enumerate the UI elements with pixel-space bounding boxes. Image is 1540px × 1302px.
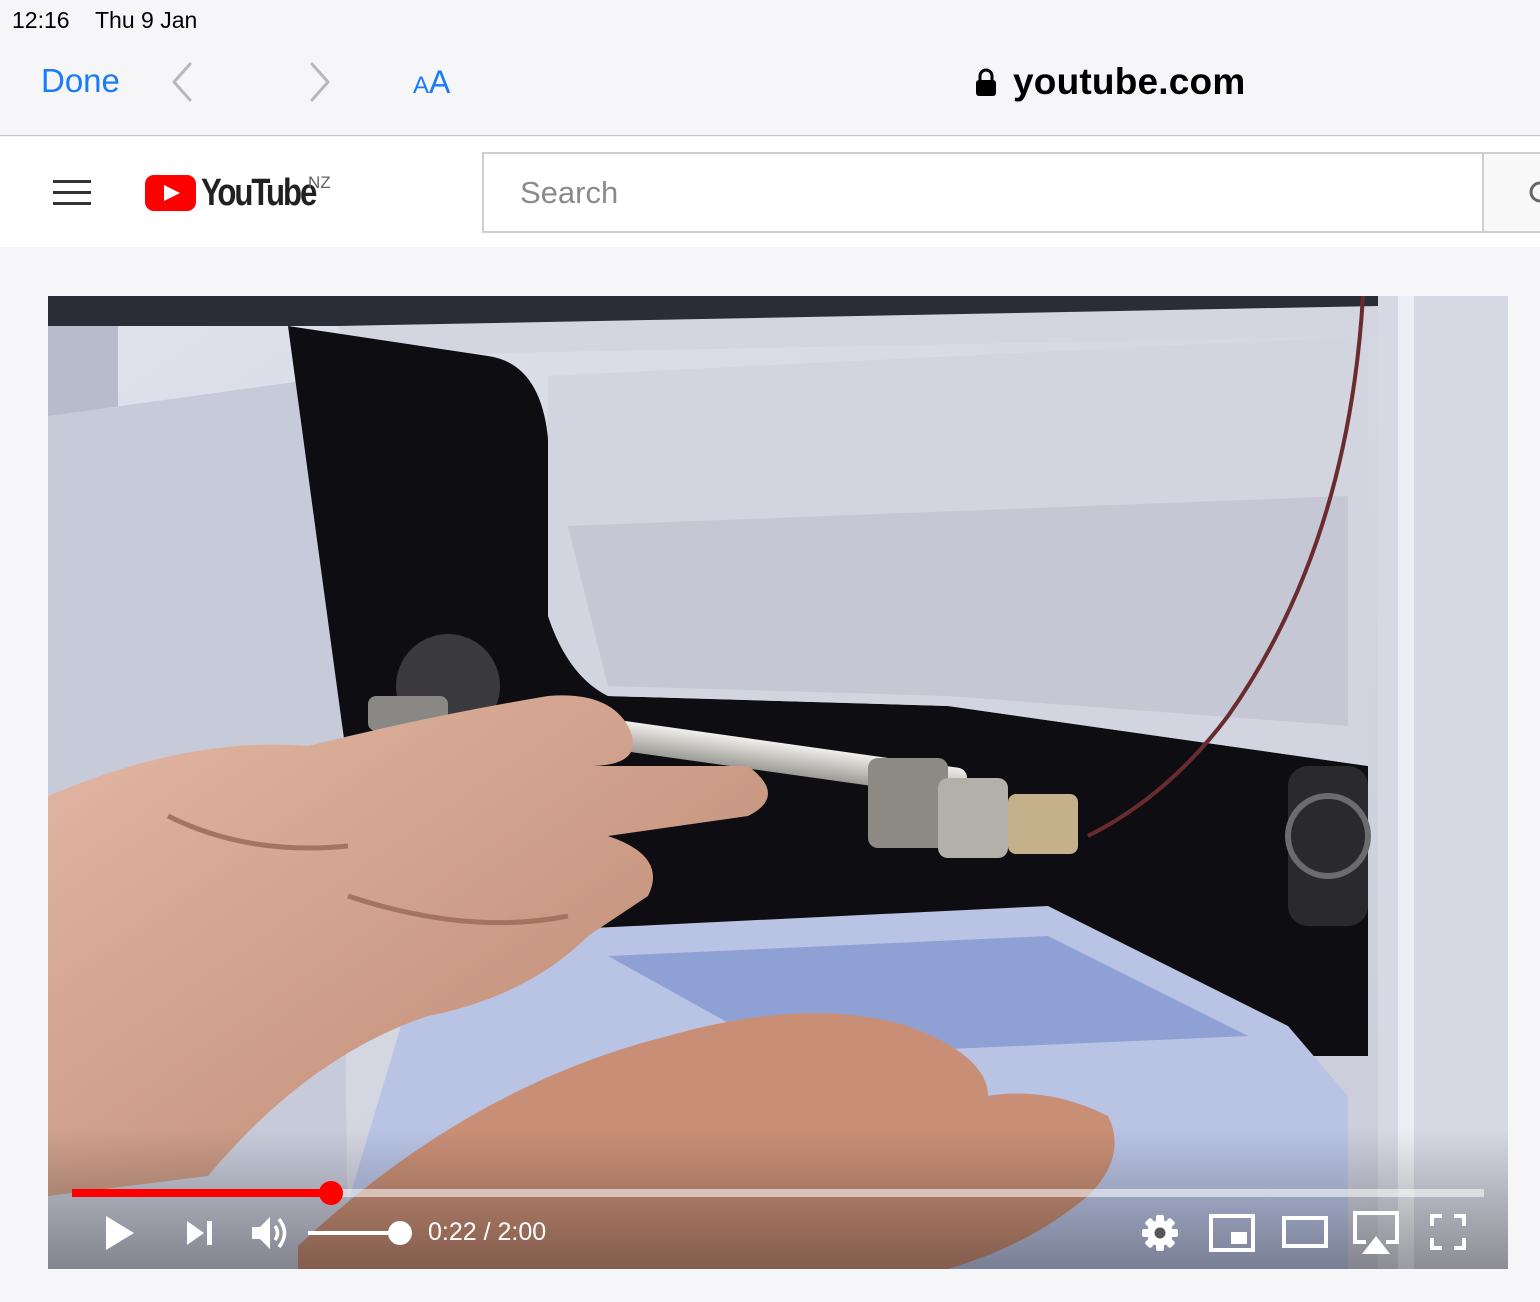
theater-mode-button[interactable] xyxy=(1282,1216,1328,1248)
progress-scrubber[interactable] xyxy=(318,1181,343,1205)
done-button[interactable]: Done xyxy=(41,62,120,100)
status-bar: 12:16 Thu 9 Jan xyxy=(0,0,1540,40)
next-button[interactable] xyxy=(186,1218,214,1248)
time-display: 0:22 / 2:00 xyxy=(428,1218,546,1247)
volume-knob[interactable] xyxy=(388,1221,412,1245)
hamburger-menu-icon[interactable] xyxy=(53,180,91,206)
airplay-button[interactable] xyxy=(1352,1210,1400,1256)
play-icon xyxy=(106,1216,134,1250)
text-size-big-a: A xyxy=(429,64,451,100)
status-date: Thu 9 Jan xyxy=(95,7,198,33)
text-size-small-a: A xyxy=(413,72,430,99)
text-size-button[interactable]: AA xyxy=(413,64,450,101)
progress-bar[interactable] xyxy=(72,1181,1484,1205)
airplay-icon xyxy=(1353,1211,1399,1254)
region-code: NZ xyxy=(308,173,331,192)
youtube-logo[interactable]: YouTube NZ xyxy=(145,172,345,217)
status-time: 12:16 xyxy=(12,7,70,33)
volume-icon xyxy=(252,1217,287,1249)
address-bar[interactable]: youtube.com xyxy=(975,60,1245,104)
next-icon xyxy=(187,1221,212,1245)
lock-icon xyxy=(976,68,996,96)
youtube-play-logo-icon xyxy=(145,175,196,211)
safari-toolbar: Done AA youtube.com xyxy=(0,40,1540,136)
settings-button[interactable] xyxy=(1141,1214,1179,1252)
search-icon xyxy=(1529,181,1540,203)
miniplayer-icon xyxy=(1209,1214,1255,1252)
theater-icon xyxy=(1282,1216,1328,1248)
progress-played xyxy=(72,1189,331,1197)
video-frame[interactable] xyxy=(48,296,1508,1269)
fullscreen-button[interactable] xyxy=(1430,1214,1466,1250)
search-button[interactable] xyxy=(1484,152,1540,233)
gear-icon xyxy=(1142,1215,1178,1251)
url-text: youtube.com xyxy=(1013,61,1246,102)
volume-slider[interactable] xyxy=(308,1221,412,1245)
duration: 2:00 xyxy=(497,1218,547,1246)
fullscreen-icon xyxy=(1430,1214,1466,1250)
current-time: 0:22 xyxy=(428,1218,477,1246)
play-button[interactable] xyxy=(104,1214,136,1252)
forward-chevron-icon[interactable] xyxy=(306,60,334,104)
back-chevron-icon[interactable] xyxy=(168,60,196,104)
search-box xyxy=(482,152,1484,233)
mute-button[interactable] xyxy=(250,1214,292,1252)
search-input[interactable] xyxy=(520,172,1420,214)
youtube-wordmark: YouTube xyxy=(201,172,317,214)
youtube-header: YouTube NZ xyxy=(0,137,1540,247)
time-separator: / xyxy=(476,1218,498,1246)
miniplayer-button[interactable] xyxy=(1209,1214,1255,1252)
video-player[interactable]: 0:22 / 2:00 xyxy=(48,296,1508,1269)
